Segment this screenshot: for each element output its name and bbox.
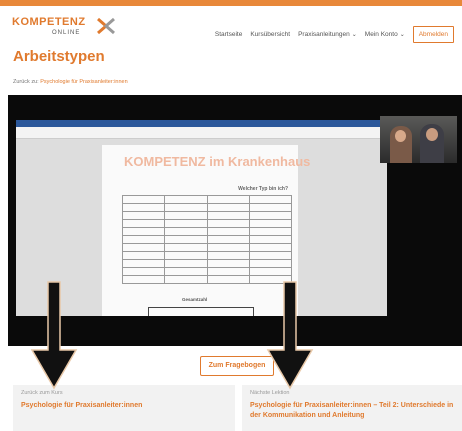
worksheet-table bbox=[121, 195, 293, 284]
app-toolbar bbox=[16, 127, 387, 139]
worksheet-question: Welcher Typ bin ich? bbox=[238, 186, 288, 192]
chevron-down-icon: ⌄ bbox=[399, 32, 405, 38]
app-ribbon bbox=[16, 120, 387, 127]
page-title: Arbeitstypen bbox=[13, 48, 105, 65]
nav-item-praxisanleitungen[interactable]: Praxisanleitungen ⌄ bbox=[298, 31, 357, 38]
site-logo[interactable]: KOMPETENZ ONLINE bbox=[12, 16, 132, 42]
breadcrumb: Zurück zu: Psychologie für Praxisanleite… bbox=[13, 79, 128, 85]
breadcrumb-course-link[interactable]: Psychologie für Praxisanleiter:innen bbox=[40, 79, 127, 85]
logout-button[interactable]: Abmelden bbox=[412, 26, 454, 43]
chevron-down-icon: ⌄ bbox=[351, 32, 357, 38]
down-arrow-icon bbox=[30, 281, 78, 390]
worksheet-total-label: Gesamtzahl bbox=[182, 297, 208, 302]
quiz-button[interactable]: Zum Fragebogen bbox=[200, 356, 274, 376]
breadcrumb-prefix: Zurück zu: bbox=[13, 79, 39, 85]
nav-item-startseite[interactable]: Startseite bbox=[215, 31, 242, 38]
site-header: KOMPETENZ ONLINE Startseite Kursübersich… bbox=[0, 6, 462, 44]
logo-text: KOMPETENZ bbox=[12, 16, 86, 28]
down-arrow-icon bbox=[266, 281, 314, 390]
prev-card-title[interactable]: Psychologie für Praxisanleiter:innen bbox=[21, 401, 229, 411]
webcam-feed bbox=[380, 116, 457, 163]
main-navigation: Startseite Kursübersicht Praxisanleitung… bbox=[215, 26, 454, 43]
logo-subtext: ONLINE bbox=[52, 30, 81, 36]
logo-x-icon bbox=[97, 17, 115, 35]
next-card-title[interactable]: Psychologie für Praxisanleiter:innen – T… bbox=[250, 401, 456, 421]
worksheet-title: KOMPETENZ im Krankenhaus bbox=[124, 154, 311, 169]
nav-item-mein-konto[interactable]: Mein Konto ⌄ bbox=[365, 31, 405, 38]
nav-item-kursuebersicht[interactable]: Kursübersicht bbox=[250, 31, 290, 38]
worksheet-total-box bbox=[148, 307, 254, 316]
